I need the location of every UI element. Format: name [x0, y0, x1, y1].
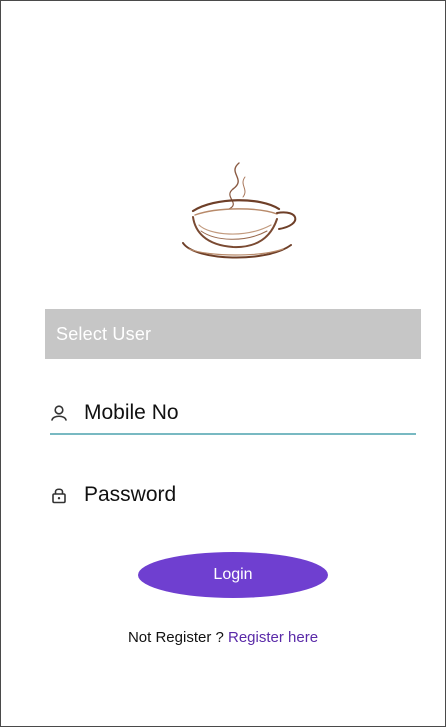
select-user-dropdown[interactable]: Select User [45, 309, 421, 359]
login-screen: Select User Mobile No Password Login Not… [0, 0, 446, 727]
password-label: Password [84, 483, 177, 506]
lock-icon [50, 484, 72, 506]
mobile-number-label: Mobile No [84, 401, 179, 424]
register-question: Not Register ? [127, 629, 228, 646]
user-icon [50, 402, 72, 424]
password-field[interactable]: Password [50, 475, 416, 515]
coffee-cup-icon [182, 162, 297, 259]
select-user-value: Select User [56, 323, 152, 344]
login-button-label: Login [213, 566, 253, 583]
mobile-number-field[interactable]: Mobile No [50, 393, 416, 435]
register-link[interactable]: Register here [228, 629, 318, 646]
register-prompt: Not Register ? Register here [1, 629, 445, 646]
login-button[interactable]: Login [138, 552, 328, 598]
